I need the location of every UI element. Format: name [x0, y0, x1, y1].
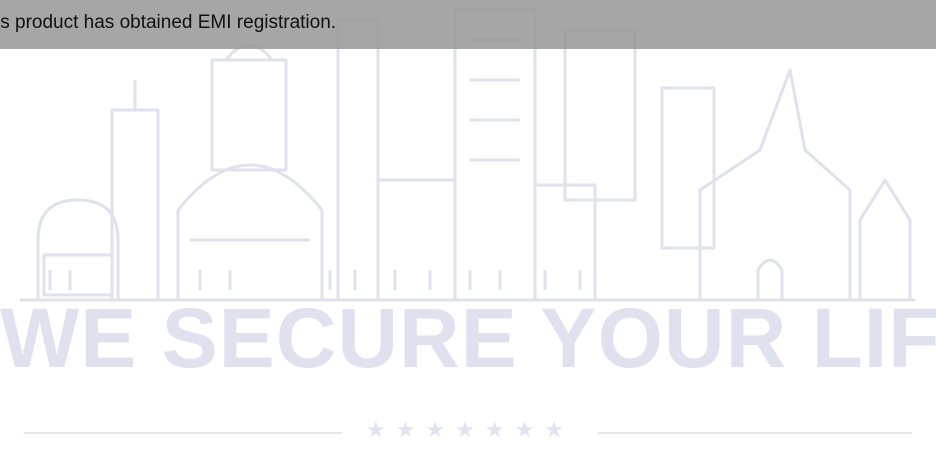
divider-right: [598, 432, 912, 434]
divider-left: [24, 432, 342, 434]
star-icons: ★★★★★★★: [365, 418, 575, 443]
page: is product has obtained EMI registration…: [0, 0, 936, 450]
slogan-watermark: WE SECURE YOUR LIFE: [0, 291, 936, 385]
notice-text: is product has obtained EMI registration…: [0, 12, 337, 33]
notice-bar: is product has obtained EMI registration…: [0, 0, 936, 49]
